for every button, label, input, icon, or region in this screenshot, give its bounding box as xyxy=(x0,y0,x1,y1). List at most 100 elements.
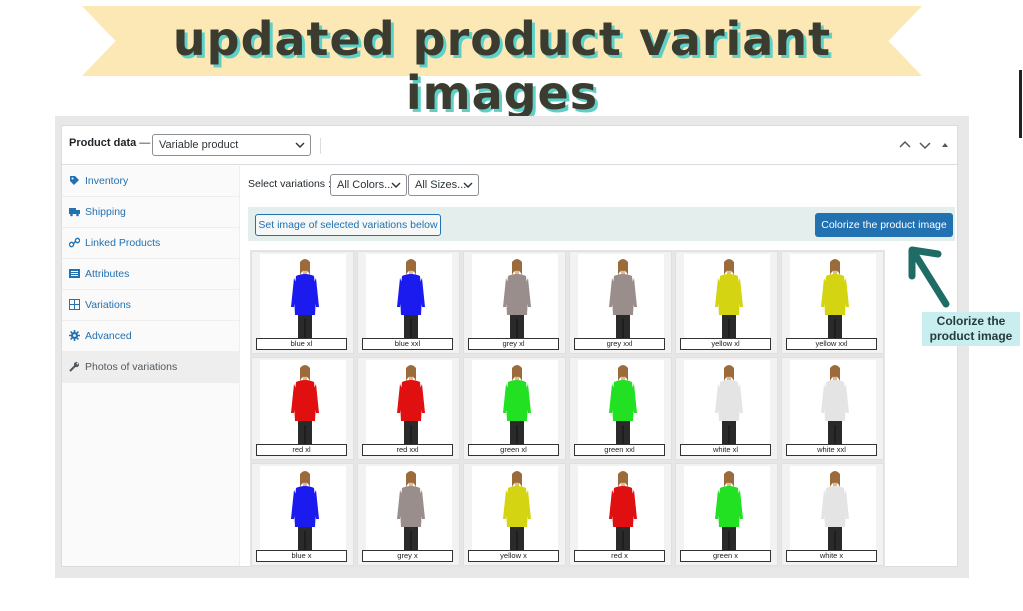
variation-image-grid: blue xl blue xxl grey xl grey xxl yellow xl y… xyxy=(250,250,885,568)
variation-photo xyxy=(684,466,770,560)
colorize-button[interactable]: Colorize the product image xyxy=(815,213,953,237)
link-icon xyxy=(69,237,80,248)
variation-tile[interactable]: green xxl xyxy=(569,357,672,460)
variation-photo xyxy=(260,360,346,454)
move-up-icon[interactable] xyxy=(899,138,911,150)
tab-attributes[interactable]: Attributes xyxy=(62,259,239,290)
wrench-icon xyxy=(69,361,80,372)
variation-label: red xxl xyxy=(362,444,453,456)
model-figure xyxy=(291,259,319,339)
variation-tile[interactable]: blue xl xyxy=(251,251,354,354)
list-icon xyxy=(69,269,80,278)
panel-header: Product data — Variable product xyxy=(62,126,957,165)
tab-linked-products[interactable]: Linked Products xyxy=(62,228,239,259)
variation-photo xyxy=(260,466,346,560)
variation-tile[interactable]: green xl xyxy=(463,357,566,460)
variation-label: grey xl xyxy=(468,338,559,350)
variation-label: white x xyxy=(786,550,877,562)
variation-tile[interactable]: red xl xyxy=(251,357,354,460)
photos-of-variations-content: Select variations : All Colors... All Si… xyxy=(241,166,957,568)
colors-filter-select[interactable]: All Colors... xyxy=(330,174,407,196)
variation-label: blue xxl xyxy=(362,338,453,350)
variation-label: grey x xyxy=(362,550,453,562)
model-figure xyxy=(821,365,849,445)
panel-controls xyxy=(899,138,951,150)
model-figure xyxy=(397,259,425,339)
variation-tile[interactable]: blue x xyxy=(251,463,354,566)
model-figure xyxy=(503,365,531,445)
product-data-label: Product data — xyxy=(69,137,151,149)
variation-label: yellow x xyxy=(468,550,559,562)
variation-tile[interactable]: grey xl xyxy=(463,251,566,354)
variation-tile[interactable]: yellow x xyxy=(463,463,566,566)
variation-tile[interactable]: red x xyxy=(569,463,672,566)
variation-photo xyxy=(790,254,876,348)
edge-mark xyxy=(1019,70,1022,138)
tab-inventory[interactable]: Inventory xyxy=(62,166,239,197)
variation-photo xyxy=(472,466,558,560)
model-figure xyxy=(503,259,531,339)
variation-label: green x xyxy=(680,550,771,562)
variation-tile[interactable]: yellow xl xyxy=(675,251,778,354)
variation-label: white xxl xyxy=(786,444,877,456)
tab-variations[interactable]: Variations xyxy=(62,290,239,321)
model-figure xyxy=(715,471,743,551)
model-figure xyxy=(821,259,849,339)
grid-icon xyxy=(69,299,80,310)
variation-tile[interactable]: white xxl xyxy=(781,357,884,460)
variation-photo xyxy=(578,360,664,454)
variation-tile[interactable]: grey x xyxy=(357,463,460,566)
variation-photo xyxy=(578,254,664,348)
variation-label: red x xyxy=(574,550,665,562)
variation-tile[interactable]: grey xxl xyxy=(569,251,672,354)
variation-tile[interactable]: white xl xyxy=(675,357,778,460)
move-down-icon[interactable] xyxy=(919,138,931,150)
variation-photo xyxy=(578,466,664,560)
variation-label: grey xxl xyxy=(574,338,665,350)
variation-tile[interactable]: blue xxl xyxy=(357,251,460,354)
tab-shipping[interactable]: Shipping xyxy=(62,197,239,228)
gear-icon xyxy=(69,330,80,341)
model-figure xyxy=(397,471,425,551)
product-data-panel: Product data — Variable product Inventor… xyxy=(61,125,958,568)
variation-photo xyxy=(684,360,770,454)
variation-photo xyxy=(472,254,558,348)
action-bar: Set image of selected variations below C… xyxy=(248,207,955,241)
chevron-down-icon xyxy=(391,182,401,188)
variation-photo xyxy=(684,254,770,348)
colorize-callout: Colorize the product image xyxy=(922,312,1020,346)
variation-tile[interactable]: red xxl xyxy=(357,357,460,460)
tab-photos-of-variations[interactable]: Photos of variations xyxy=(62,352,239,383)
variation-tile[interactable]: green x xyxy=(675,463,778,566)
variation-photo xyxy=(366,360,452,454)
arrow-up-left-icon xyxy=(908,246,950,308)
title-banner: updated product variant images xyxy=(82,6,922,120)
variation-tile[interactable]: white x xyxy=(781,463,884,566)
header-divider xyxy=(320,138,321,154)
set-image-button[interactable]: Set image of selected variations below xyxy=(255,214,441,236)
variation-label: blue x xyxy=(256,550,347,562)
variation-label: yellow xl xyxy=(680,338,771,350)
variation-label: red xl xyxy=(256,444,347,456)
model-figure xyxy=(609,259,637,339)
product-type-select[interactable]: Variable product xyxy=(152,134,311,156)
variation-photo xyxy=(366,466,452,560)
model-figure xyxy=(609,471,637,551)
variation-label: blue xl xyxy=(256,338,347,350)
tab-advanced[interactable]: Advanced xyxy=(62,321,239,352)
chevron-down-icon xyxy=(295,142,305,148)
model-figure xyxy=(821,471,849,551)
model-figure xyxy=(715,365,743,445)
variation-label: green xl xyxy=(468,444,559,456)
select-variations-label: Select variations : xyxy=(248,178,331,190)
collapse-icon[interactable] xyxy=(939,138,951,150)
variation-tile[interactable]: yellow xxl xyxy=(781,251,884,354)
model-figure xyxy=(291,365,319,445)
sizes-filter-select[interactable]: All Sizes... xyxy=(408,174,479,196)
banner-title: updated product variant images xyxy=(172,12,832,120)
variation-label: white xl xyxy=(680,444,771,456)
tag-icon xyxy=(70,176,79,185)
truck-icon xyxy=(69,208,80,217)
product-data-tabs: Inventory Shipping Linked Products Attri… xyxy=(62,166,240,566)
variation-label: green xxl xyxy=(574,444,665,456)
